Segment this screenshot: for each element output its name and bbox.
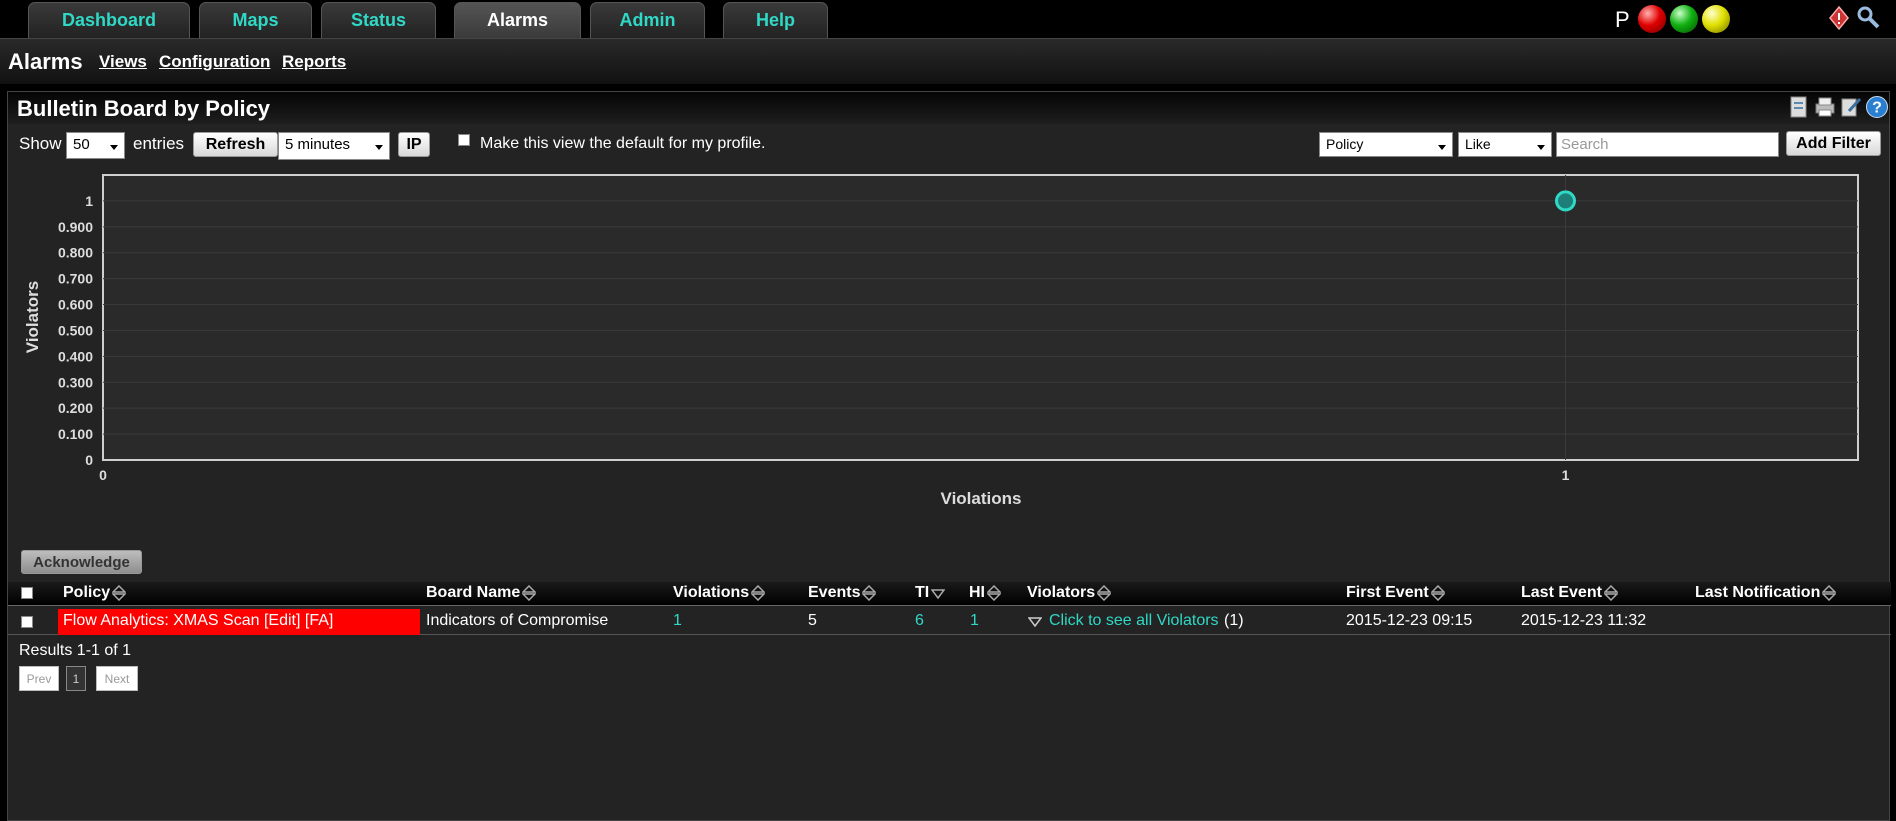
sort-icon[interactable] [522, 584, 537, 601]
sort-icon[interactable] [1603, 584, 1618, 601]
violations-cell[interactable]: 1 [673, 612, 682, 630]
y-tick-label: 0.900 [58, 219, 93, 235]
events-cell: 5 [808, 612, 817, 629]
violators-link[interactable]: Click to see all Violators [1049, 612, 1219, 630]
bulletin-board-panel: Bulletin Board by Policy ? Show 50 entri… [7, 91, 1891, 821]
alert-icon[interactable] [1826, 5, 1852, 31]
y-tick-label: 0.700 [58, 271, 93, 287]
plot-area [102, 174, 1859, 461]
y-tick-label: 0.400 [58, 348, 93, 364]
status-letter: P [1615, 7, 1630, 32]
tab-admin[interactable]: Admin [590, 2, 705, 38]
sort-icon[interactable] [751, 584, 766, 601]
sort-icon[interactable] [987, 584, 1001, 601]
first-event-cell: 2015-12-23 09:15 [1346, 612, 1473, 629]
last-event-cell: 2015-12-23 11:32 [1521, 612, 1647, 629]
sort-icon[interactable] [1097, 584, 1112, 601]
y-tick-label: 1 [85, 193, 93, 209]
reports-link[interactable]: Reports [282, 52, 346, 72]
row-checkbox[interactable] [21, 616, 33, 628]
violators-chart: 0 0.100 0.200 0.300 0.400 0.500 0.600 0.700 0.80… [23, 174, 1859, 508]
page-title: Alarms [8, 49, 83, 74]
column-header-board-name[interactable]: Board Name [426, 584, 537, 602]
select-all-checkbox[interactable] [21, 587, 33, 599]
x-axis-label: Violations [941, 489, 1022, 508]
page-number-button[interactable]: 1 [66, 666, 86, 691]
sort-desc-icon[interactable] [931, 585, 946, 601]
expand-icon[interactable] [1028, 617, 1042, 627]
y-tick-label: 0.100 [58, 426, 93, 442]
y-tick-label: 0.200 [58, 400, 93, 416]
status-light-green[interactable] [1670, 5, 1698, 33]
policy-cell[interactable]: Flow Analytics: XMAS Scan [Edit] [FA] [58, 609, 420, 635]
tab-status[interactable]: Status [321, 2, 436, 38]
tools-icon[interactable] [1856, 5, 1882, 31]
prev-page-button[interactable]: Prev [19, 666, 59, 691]
data-point[interactable] [1555, 190, 1576, 212]
sort-icon[interactable] [1822, 584, 1837, 601]
column-header-policy[interactable]: Policy [63, 584, 127, 602]
tab-help[interactable]: Help [723, 2, 828, 38]
hi-cell[interactable]: 1 [970, 612, 979, 630]
y-tick-label: 0.500 [58, 322, 93, 338]
x-tick-label: 1 [1562, 467, 1570, 483]
acknowledge-button[interactable]: Acknowledge [21, 550, 142, 574]
configuration-link[interactable]: Configuration [159, 52, 270, 72]
table-header: Policy Board Name Violations Events TI H… [8, 582, 1891, 606]
views-link[interactable]: Views [99, 52, 147, 72]
column-header-ti[interactable]: TI [915, 584, 946, 602]
table-row: Flow Analytics: XMAS Scan [Edit] [FA] In… [8, 609, 1891, 635]
sort-icon[interactable] [862, 584, 877, 601]
tab-alarms[interactable]: Alarms [454, 2, 581, 38]
column-header-violations[interactable]: Violations [673, 584, 766, 602]
status-light-red[interactable] [1638, 5, 1666, 33]
column-header-last-notification[interactable]: Last Notification [1695, 584, 1837, 602]
y-axis-label: Violators [23, 281, 42, 353]
next-page-button[interactable]: Next [96, 666, 138, 691]
tab-maps[interactable]: Maps [199, 2, 312, 38]
board-name-cell: Indicators of Compromise [426, 612, 609, 629]
tab-dashboard[interactable]: Dashboard [28, 2, 190, 38]
sort-icon[interactable] [1430, 584, 1445, 601]
violators-count: (1) [1224, 612, 1244, 629]
sort-icon[interactable] [112, 584, 127, 601]
results-count: Results 1-1 of 1 [19, 642, 132, 659]
ti-cell[interactable]: 6 [915, 612, 924, 630]
top-nav: Dashboard Maps Status Alarms Admin Help … [0, 0, 1896, 38]
y-tick-label: 0.300 [58, 374, 93, 390]
column-header-events[interactable]: Events [808, 584, 877, 602]
column-header-first-event[interactable]: First Event [1346, 584, 1445, 602]
y-tick-label: 0 [85, 452, 93, 468]
column-header-violators[interactable]: Violators [1027, 584, 1112, 602]
column-header-last-event[interactable]: Last Event [1521, 584, 1618, 602]
x-tick-label: 0 [99, 467, 107, 483]
column-header-hi[interactable]: HI [969, 584, 1001, 602]
status-light-yellow[interactable] [1702, 5, 1730, 33]
y-tick-label: 0.800 [58, 245, 93, 261]
y-tick-label: 0.600 [58, 297, 93, 313]
policy-name[interactable]: Flow Analytics: XMAS Scan [Edit] [FA] [63, 612, 333, 630]
sub-header: Alarms Views Configuration Reports [0, 38, 1896, 84]
